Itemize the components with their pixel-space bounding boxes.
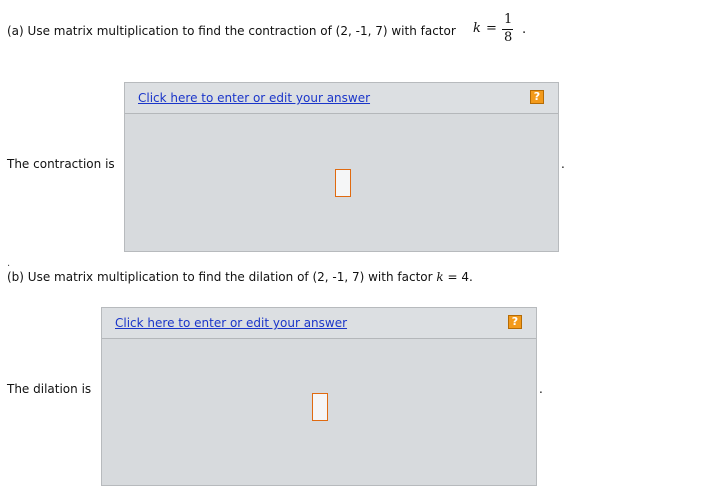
factor-value-b: = 4. (447, 270, 473, 284)
help-icon[interactable]: ? (530, 90, 544, 104)
fraction-numerator: 1 (504, 12, 513, 27)
question-b-text: (b) Use matrix multiplication to find th… (7, 270, 433, 284)
question-a-text: (a) Use matrix multiplication to find th… (7, 24, 456, 38)
answer-panel-b-header: Click here to enter or edit your answer … (102, 308, 536, 339)
dilation-end-period: . (539, 382, 543, 396)
help-icon[interactable]: ? (508, 315, 522, 329)
answer-input-a[interactable] (335, 169, 351, 197)
answer-panel-b: Click here to enter or edit your answer … (101, 307, 537, 486)
factor-variable: k (473, 21, 481, 36)
answer-input-b[interactable] (312, 393, 328, 421)
contraction-label: The contraction is (7, 157, 115, 171)
separator-dot: . (7, 258, 11, 269)
answer-panel-a: Click here to enter or edit your answer … (124, 82, 559, 252)
equals-sign: = (486, 21, 497, 36)
question-a-prompt: (a) Use matrix multiplication to find th… (7, 24, 456, 38)
dilation-label: The dilation is (7, 382, 92, 396)
fraction-denominator: 8 (504, 30, 513, 45)
answer-panel-a-header: Click here to enter or edit your answer … (125, 83, 558, 114)
question-b-prompt: (b) Use matrix multiplication to find th… (7, 270, 473, 284)
factor-variable-b: k (436, 270, 444, 284)
edit-answer-link-b[interactable]: Click here to enter or edit your answer (115, 316, 347, 330)
problem-page: (a) Use matrix multiplication to find th… (0, 0, 723, 486)
sentence-period: . (522, 22, 527, 37)
edit-answer-link-a[interactable]: Click here to enter or edit your answer (138, 91, 370, 105)
contraction-end-period: . (561, 157, 565, 171)
